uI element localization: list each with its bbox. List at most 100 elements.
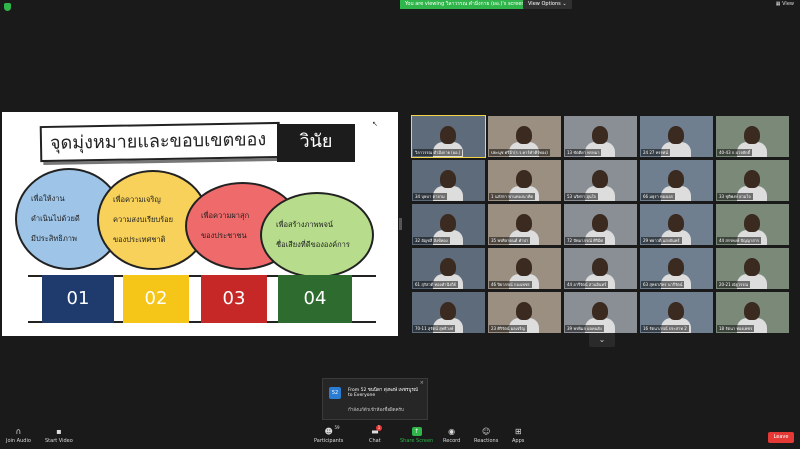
participant-tile[interactable]: 35 พรศิลาดนต์ คำปา [488, 204, 561, 245]
join-audio-button[interactable]: ∩ Join Audio [6, 427, 31, 444]
close-icon[interactable]: × [420, 380, 424, 386]
participant-name: 44 อารีรัตน์ สวนอินทร์ [565, 281, 609, 288]
participant-head [744, 302, 760, 320]
join-audio-label: Join Audio [6, 438, 31, 444]
shared-screen: จุดมุ่งหมายและขอบเขตของ วินัย ↖ เพื่อให้… [2, 112, 398, 336]
participant-tile[interactable]: 24 27 ทรรศน์ [640, 116, 713, 157]
chevron-down-icon: ⌄ [562, 1, 567, 7]
participant-head [592, 126, 608, 144]
participant-name: 53 นริศรา อุ่นใจ [565, 193, 598, 200]
sender-avatar: 52 [329, 387, 341, 399]
participant-tile[interactable]: 53 นริศรา อุ่นใจ [564, 160, 637, 201]
participant-head [516, 214, 532, 232]
participant-name: 1 นภัสรา พานทองนาคีต [489, 193, 536, 200]
participant-tile[interactable]: 33 ชุติพงษ์ ยวมใจ [716, 160, 789, 201]
participant-tile[interactable]: 20-21 ณัฐวรรณ [716, 248, 789, 289]
speech-bubble-4: เพื่อสร้างภาพพจน์ ชื่อเสียงที่ดีขององค์ก… [260, 192, 374, 278]
participant-tile[interactable]: 44 อารีรัตน์ สวนอินทร์ [564, 248, 637, 289]
meeting-toolbar: ∩ Join Audio ▪ Start Video ☻ Participant… [0, 424, 800, 449]
participant-tile[interactable]: 32 อัญชลี สังข์ทอง [412, 204, 485, 245]
top-bar: You are viewing วิลาวรรณ ตำมิ่งกาย (ผอ.)… [0, 0, 800, 12]
slide-title-accent: วินัย [277, 124, 355, 162]
participant-head [592, 258, 608, 276]
number-block-2: 02 [123, 275, 189, 323]
number-block-3: 03 [201, 275, 267, 323]
participant-head [668, 170, 684, 188]
participant-tile[interactable]: 29 ทยาวดี แสงจันทร์ [640, 204, 713, 245]
viewing-screen-banner: You are viewing วิลาวรรณ ตำมิ่งกาย (ผอ.)… [400, 0, 530, 9]
leave-button[interactable]: Leave [768, 432, 794, 443]
participant-tile[interactable]: 63 สุทธาภัทร นารีรัตน์ [640, 248, 713, 289]
gallery-scroll-down-button[interactable]: ⌄ [589, 333, 615, 347]
participant-name: 20-21 ณัฐวรรณ [717, 281, 751, 288]
record-label: Record [443, 438, 461, 444]
participant-head [668, 258, 684, 276]
record-button[interactable]: ◉ Record [443, 427, 460, 444]
participant-head [440, 302, 456, 320]
participant-name: วิลาวรรณ ตำมิ่งกาย (ผอ.) [413, 149, 463, 156]
participant-head [744, 170, 760, 188]
view-button[interactable]: ▦ View [776, 1, 794, 7]
participant-gallery: วิลาวรรณ ตำมิ่งกาย (ผอ.) ปยะนุช ศรีอ้า(ร.… [411, 115, 790, 333]
participant-tile[interactable]: 39 พรพิมล ผลคนยัง [564, 292, 637, 333]
participant-tile[interactable]: 34 บุษบา ตาจาม [412, 160, 485, 201]
number-block-1: 01 [42, 275, 114, 323]
reactions-label: Reactions [474, 438, 499, 444]
participant-name: 29 ทยาวดี แสงจันทร์ [641, 237, 682, 244]
participant-name: 46 ปิยากรณ์ กองเพชร [489, 281, 532, 288]
headphones-icon: ∩ [15, 427, 22, 436]
participant-tile[interactable]: 1 นภัสรา พานทองนาคีต [488, 160, 561, 201]
video-off-icon: ▪ [56, 427, 62, 436]
view-options-button[interactable]: View Options ⌄ [523, 0, 572, 9]
participant-name: 13 ขัตติยา พรหมา [565, 149, 602, 156]
start-video-button[interactable]: ▪ Start Video [45, 427, 73, 444]
participant-tile[interactable]: 66 มยุรา ทองเอก [640, 160, 713, 201]
chat-notification[interactable]: 52 From 52 ชนนิดา ดุ่งพงษ์ เพชรบูรณ์ to … [322, 378, 428, 420]
participant-head [668, 126, 684, 144]
encryption-shield-icon[interactable] [4, 3, 11, 11]
participant-name: 16 รัตนาภรณ์ ประสาท 2 [641, 325, 689, 332]
split-divider-handle[interactable] [399, 218, 402, 230]
chat-message: กำลังแก้ตัวเข้าห้องชื่อผิดครับ [348, 408, 404, 413]
participant-name: 33 ชุติพงษ์ ยวมใจ [717, 193, 753, 200]
participant-name: 44 สรรพงษ์ ปัญญาสาร [717, 237, 762, 244]
participant-tile[interactable]: 18 รัตนา ทองเพชร [716, 292, 789, 333]
participant-name: 63 สุทธาภัทร นารีรัตน์ [641, 281, 685, 288]
participant-name: 23 ศิริรัตน์ ผลเจริญ [489, 325, 527, 332]
participant-tile[interactable]: 13 ขัตติยา พรหมา [564, 116, 637, 157]
chat-unread-badge: 1 [376, 425, 382, 431]
participant-name: 39 พรพิมล ผลคนยัง [565, 325, 604, 332]
participant-tile[interactable]: 40-43 ก.บวรศักดิ์ [716, 116, 789, 157]
participant-head [440, 258, 456, 276]
apps-button[interactable]: ⊞ Apps [512, 427, 524, 444]
participant-head [516, 258, 532, 276]
participants-icon: ☻ [324, 427, 333, 436]
participant-name: 24 27 ทรรศน์ [641, 149, 670, 156]
participant-tile[interactable]: 61 สุรัสวดี ทองคำนึงถีย์ [412, 248, 485, 289]
reactions-button[interactable]: ☺ Reactions [474, 427, 498, 444]
start-video-label: Start Video [45, 438, 73, 444]
bubble-4-line-2: ชื่อเสียงที่ดีขององค์การ [276, 240, 350, 249]
apps-icon: ⊞ [514, 427, 522, 436]
chat-label: Chat [369, 438, 381, 444]
participant-head [592, 302, 608, 320]
participant-tile[interactable]: 23 ศิริรัตน์ ผลเจริญ [488, 292, 561, 333]
participant-name: 66 มยุรา ทองเอก [641, 193, 676, 200]
participant-head [516, 126, 532, 144]
participant-tile[interactable]: 72 ปัทมาภรณ์ ศิริมีศ [564, 204, 637, 245]
participant-head [440, 214, 456, 232]
share-screen-button[interactable]: ↑ Share Screen [400, 427, 433, 444]
record-icon: ◉ [448, 427, 456, 436]
participant-head [592, 170, 608, 188]
participant-head [440, 126, 456, 144]
participant-tile[interactable]: 16 รัตนาภรณ์ ประสาท 2 [640, 292, 713, 333]
participant-name: 18 รัตนา ทองเพชร [717, 325, 755, 332]
participant-head [516, 170, 532, 188]
participant-tile[interactable]: 46 ปิยากรณ์ กองเพชร [488, 248, 561, 289]
view-label: View [782, 1, 794, 7]
participant-tile[interactable]: วิลาวรรณ ตำมิ่งกาย (ผอ.) [411, 115, 486, 158]
participant-tile[interactable]: ปยะนุช ศรีอ้า(ร.ร.คาร์คำคีร์ทอง) [488, 116, 561, 157]
participant-tile[interactable]: 44 สรรพงษ์ ปัญญาสาร [716, 204, 789, 245]
participant-tile[interactable]: 70-11 สุรัตน์ สุทธิวงษ์ [412, 292, 485, 333]
smiley-icon: ☺ [481, 427, 491, 436]
